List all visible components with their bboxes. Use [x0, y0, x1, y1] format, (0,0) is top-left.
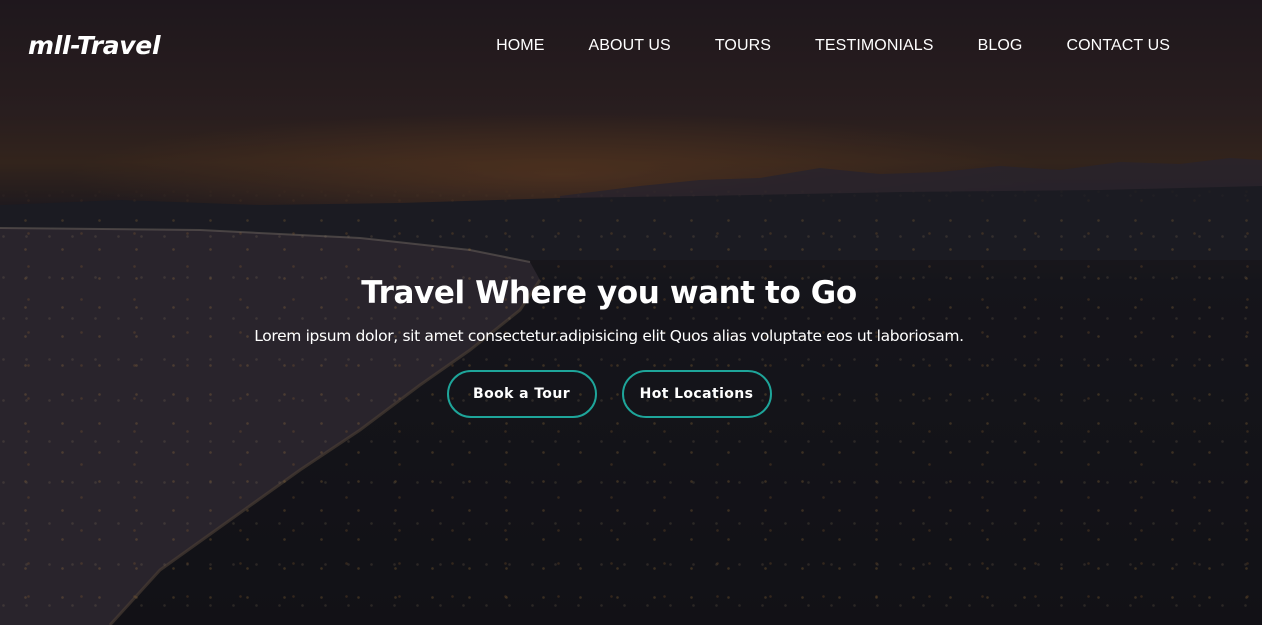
main-nav: HOME ABOUT US TOURS TESTIMONIALS BLOG CO… — [474, 35, 1170, 57]
nav-item-tours: TOURS — [693, 35, 793, 57]
nav-item-blog: BLOG — [956, 35, 1045, 57]
nav-link-contact-us[interactable]: CONTACT US — [1044, 35, 1170, 57]
hot-locations-button[interactable]: Hot Locations — [621, 370, 772, 418]
hero-content: Travel Where you want to Go Lorem ipsum … — [0, 272, 1218, 418]
book-a-tour-button[interactable]: Book a Tour — [446, 370, 597, 418]
site-logo[interactable]: mll-Travel — [28, 29, 161, 63]
nav-item-testimonials: TESTIMONIALS — [793, 35, 956, 57]
nav-link-home[interactable]: HOME — [474, 35, 566, 57]
hero-subtitle: Lorem ipsum dolor, sit amet consectetur.… — [254, 327, 964, 345]
nav-item-about: ABOUT US — [567, 35, 693, 57]
nav-link-tours[interactable]: TOURS — [693, 35, 793, 57]
hero-section: mll-Travel HOME ABOUT US TOURS TESTIMONI… — [0, 0, 1262, 625]
nav-link-about-us[interactable]: ABOUT US — [567, 35, 693, 57]
nav-item-home: HOME — [474, 35, 566, 57]
hero-title: Travel Where you want to Go — [361, 275, 857, 311]
nav-link-testimonials[interactable]: TESTIMONIALS — [793, 35, 956, 57]
nav-item-contact: CONTACT US — [1044, 35, 1170, 57]
hero-buttons: Book a Tour Hot Locations — [0, 370, 1218, 418]
nav-link-blog[interactable]: BLOG — [956, 35, 1045, 57]
